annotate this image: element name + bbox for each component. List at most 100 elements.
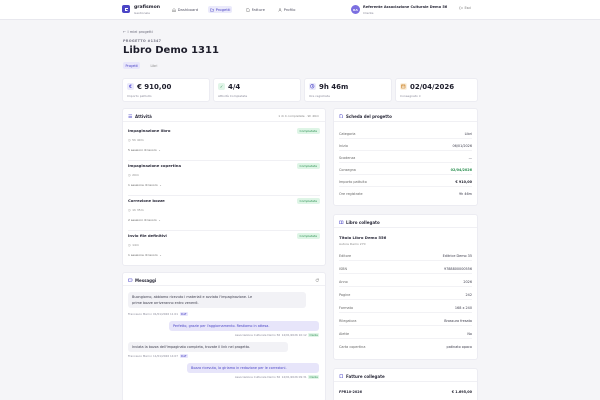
invoice-number: FPR10-2026	[339, 389, 362, 394]
stat-label: Attività Completate	[218, 94, 248, 98]
user-icon	[278, 7, 282, 12]
top-navigation: grafismon Gestionale Dashboard Progetti …	[0, 0, 600, 20]
messages-card: Messaggi Buongiorno, abbiamo ricevuto i …	[122, 272, 326, 400]
divider	[128, 160, 320, 161]
project-sheet-card: Scheda del progetto Categoria Libri Inizi…	[333, 108, 478, 206]
clock-icon	[309, 83, 316, 90]
card-title: Libro collegato	[346, 219, 380, 225]
detail-row: Pagine 242	[339, 289, 472, 300]
back-link[interactable]: ← I miei progetti	[123, 30, 153, 34]
book-author: Autore Demo 270	[339, 242, 366, 246]
message-bubble-outgoing: Perfetto, grazie per l'aggiornamento. Re…	[169, 321, 319, 331]
nav-label: Progetti	[215, 7, 231, 12]
app-logo-icon[interactable]	[122, 5, 130, 13]
activity-duration: ◷ 20m	[128, 173, 139, 177]
user-name: Referente Associazione Culturale Demo 56	[363, 5, 448, 9]
nav-item-fatture[interactable]: Fatture	[244, 6, 267, 13]
avatar[interactable]: RA	[351, 5, 360, 14]
chat-icon	[128, 278, 133, 282]
stat-card-attivita: ✓ 4/4 Attività Completate	[213, 78, 301, 102]
stat-value: 4/4	[228, 82, 241, 91]
brand-name: grafismon	[134, 5, 161, 10]
nav-item-profilo[interactable]: Profilo	[276, 6, 297, 13]
document-icon	[246, 7, 250, 12]
divider	[128, 195, 320, 196]
brand-subtitle: Gestionale	[134, 10, 150, 15]
activity-item[interactable]: Impaginazione libro Completata ◷ 5h 40m 5…	[128, 128, 320, 158]
activity-sessions-toggle[interactable]: 2 sessioni di lavoro ⌄	[128, 218, 161, 222]
stat-label: Ore registrate	[309, 94, 330, 98]
document-icon	[339, 113, 343, 118]
detail-row: Alette No	[339, 328, 472, 339]
invoice-icon	[339, 373, 343, 378]
activity-title: Correzione bozze	[128, 198, 165, 203]
chevron-down-icon: ⌄	[158, 218, 161, 222]
activity-title: Invio file definitivi	[128, 233, 167, 238]
card-header: Libro collegato	[334, 215, 477, 228]
tag-libri[interactable]: Libri	[148, 62, 160, 69]
chevron-down-icon: ⌄	[159, 183, 162, 187]
activity-sessions-toggle[interactable]: 5 sessioni di lavoro ⌄	[128, 148, 161, 152]
back-label: I miei progetti	[127, 30, 153, 34]
nav-item-dashboard[interactable]: Dashboard	[170, 6, 200, 13]
stat-card-consegna: 02/04/2026 Consegnato il	[395, 78, 478, 102]
card-header: Scheda del progetto	[334, 109, 477, 122]
activity-duration: ◷ 14m	[128, 243, 139, 247]
card-title: Attività	[135, 113, 152, 119]
clock-icon: ◷	[128, 138, 131, 142]
tag-progetti[interactable]: Progetti	[123, 62, 141, 69]
detail-row: Inizio 06/01/2026	[339, 140, 472, 151]
logout-label: Esci	[464, 6, 472, 10]
activities-card: Attività 1 di 4 completate · 9h 46m Impa…	[122, 108, 326, 266]
nav-label: Dashboard	[177, 7, 199, 12]
tag-label: Progetti	[125, 63, 138, 68]
invoice-amount: € 1.695,00	[451, 389, 472, 394]
activity-sessions-toggle[interactable]: 1 sessione di lavoro ⌄	[128, 183, 162, 187]
message-bubble-incoming: Buongiorno, abbiamo ricevuto i materiali…	[128, 292, 306, 308]
activity-title: Impaginazione libro	[128, 128, 171, 133]
activity-title: Impaginazione copertina	[128, 163, 182, 168]
stat-label: Consegnato il	[400, 94, 421, 98]
role-badge: Cliente	[308, 333, 319, 337]
card-title: Messaggi	[135, 277, 157, 283]
activity-item[interactable]: Correzione bozze Completata ◷ 1h 35m 2 se…	[128, 198, 320, 228]
nav-item-progetti[interactable]: Progetti	[208, 6, 233, 13]
invoice-row[interactable]: FPR10-2026 € 1.695,00	[339, 386, 472, 397]
logout-button[interactable]: Esci	[459, 6, 471, 10]
message-meta: Francesco Marini 01/01/2026 11:01 Staff	[128, 312, 188, 316]
detail-row: Anno 2026	[339, 276, 472, 287]
card-title: Fatture collegate	[346, 373, 385, 379]
message-meta: Associazione Culturale Demo 56 14/01/202…	[234, 375, 319, 379]
stat-card-ore: 9h 46m Ore registrate	[304, 78, 392, 102]
status-badge: Completata	[296, 233, 320, 239]
card-header: Attività 1 di 4 completate · 9h 46m	[123, 109, 325, 122]
activity-sessions-toggle[interactable]: 1 sessione di lavoro ⌄	[128, 253, 162, 257]
detail-row: Ore registrate 9h 46m	[339, 191, 472, 196]
detail-row: Categoria Libri	[339, 128, 472, 139]
chevron-down-icon: ⌄	[158, 148, 161, 152]
detail-row: Rilegatura Brossura fresata	[339, 315, 472, 326]
clock-icon: ◷	[128, 208, 131, 212]
message-bubble-outgoing: Bozza ricevuta, la giriamo in redazione …	[187, 363, 319, 373]
book-title: Titolo Libro Demo 556	[339, 235, 387, 240]
stat-value: 02/04/2026	[410, 82, 455, 91]
check-list-icon: ✓	[218, 83, 225, 90]
page-title: Libro Demo 1311	[123, 45, 219, 56]
card-header: Fatture collegate	[334, 369, 477, 382]
chevron-down-icon: ⌄	[159, 253, 162, 257]
clock-icon: ◷	[128, 173, 131, 177]
refresh-icon[interactable]	[315, 277, 320, 283]
activity-item[interactable]: Invio file definitivi Completata ◷ 14m 1 …	[128, 233, 320, 263]
activity-duration: ◷ 1h 35m	[128, 208, 144, 212]
stat-value: € 910,00	[137, 82, 172, 91]
activity-item[interactable]: Impaginazione copertina Completata ◷ 20m …	[128, 163, 320, 193]
role-badge: Cliente	[308, 375, 319, 379]
message-meta: Francesco Marini 11/01/2026 14:07 Staff	[128, 354, 188, 358]
status-badge: Completata	[296, 198, 320, 204]
status-badge: Completata	[296, 128, 320, 134]
status-badge: Completata	[296, 163, 320, 169]
stat-value: 9h 46m	[319, 82, 349, 91]
detail-row: Formato 168 x 240	[339, 302, 472, 313]
calendar-icon	[400, 83, 407, 90]
user-role: Cliente	[363, 10, 374, 15]
